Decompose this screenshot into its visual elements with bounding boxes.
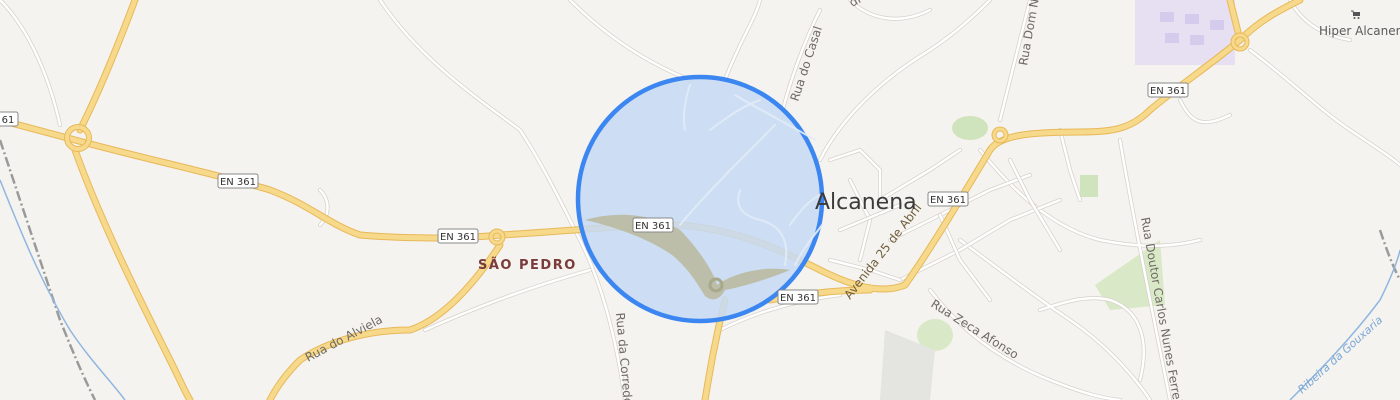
road-shield: EN 361 xyxy=(217,173,259,189)
svg-text:EN 361: EN 361 xyxy=(780,293,816,304)
building-block xyxy=(1210,20,1224,30)
poi-label: Hiper Alcanena xyxy=(1319,24,1400,38)
road-shield: EN 361 xyxy=(927,191,969,207)
green-area xyxy=(952,116,988,140)
green-area xyxy=(1080,175,1098,197)
svg-text:EN 361: EN 361 xyxy=(1150,86,1186,97)
svg-text:EN 361: EN 361 xyxy=(930,195,966,206)
svg-text:EN 361: EN 361 xyxy=(635,221,671,232)
svg-text:EN 361: EN 361 xyxy=(220,177,256,188)
building-block xyxy=(1190,35,1204,45)
building-block xyxy=(1165,33,1179,43)
locality-label: SÃO PEDRO xyxy=(478,257,577,273)
road-shield: EN 361 xyxy=(437,228,479,244)
road-shield: EN 361 xyxy=(777,289,819,305)
map-canvas[interactable]: 61 EN 361 EN 361 EN 361 EN 361 EN 361 EN… xyxy=(0,0,1400,400)
building-block xyxy=(1160,12,1174,22)
road-shield: 61 xyxy=(0,111,19,127)
road-shield: EN 361 xyxy=(632,217,674,233)
location-accuracy-circle[interactable] xyxy=(575,74,825,324)
building-block xyxy=(1185,14,1199,24)
road-shield: EN 361 xyxy=(1147,82,1189,98)
svg-text:61: 61 xyxy=(2,115,15,126)
town-label: Alcanena xyxy=(815,190,917,215)
svg-text:EN 361: EN 361 xyxy=(440,232,476,243)
